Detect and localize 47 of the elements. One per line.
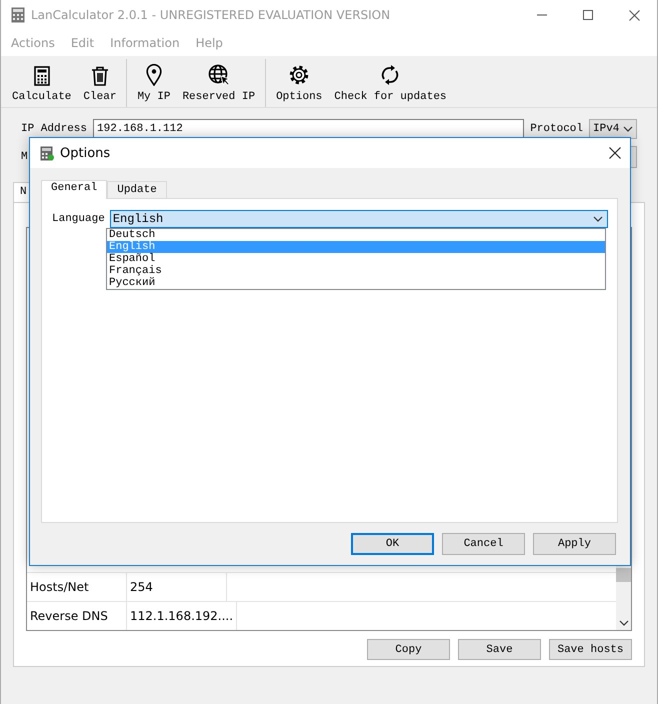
globe-tool-button[interactable]: Reserved IP: [176, 59, 262, 107]
chevron-icon: [623, 126, 633, 132]
dialog-button[interactable]: Cancel: [442, 533, 525, 555]
language-label: Language: [52, 213, 105, 225]
tab[interactable]: General: [41, 180, 108, 199]
ip-address-label: IP Address: [21, 123, 88, 135]
table-cell: Reverse DNS: [27, 602, 127, 630]
calculator-tool-button[interactable]: Calculate: [6, 59, 78, 107]
table-cell: 254: [127, 573, 227, 601]
protocol-label: Protocol: [530, 123, 583, 135]
dialog-button[interactable]: OK: [351, 533, 434, 555]
calculator-icon: [40, 146, 54, 160]
map-pin-icon: [146, 64, 162, 86]
minimize-icon: [537, 14, 547, 16]
gear-tool-button[interactable]: Options: [265, 59, 328, 107]
maximize-icon: [583, 10, 593, 20]
field-label: M: [21, 151, 28, 163]
dropdown-option[interactable]: Deutsch: [107, 229, 605, 241]
pin-tool-button[interactable]: My IP: [126, 59, 176, 107]
tab[interactable]: Update: [107, 181, 167, 198]
refresh-tool-button[interactable]: Check for updates: [328, 59, 453, 107]
dropdown-option[interactable]: Español: [107, 253, 605, 265]
trash-icon: [90, 66, 109, 86]
language-dropdown[interactable]: English: [110, 210, 608, 228]
scroll-down-icon: [618, 620, 628, 626]
chevron-icon: [592, 216, 603, 222]
trash-tool-button[interactable]: Clear: [77, 59, 122, 107]
scroll-thumb[interactable]: [616, 568, 631, 582]
window-title: LanCalculator 2.0.1 - UNREGISTERED EVALUATION VERSION: [31, 8, 392, 22]
action-button[interactable]: Save hosts: [549, 639, 632, 660]
close-icon: [628, 10, 640, 20]
action-button[interactable]: Save: [458, 639, 541, 660]
dropdown-option[interactable]: Русский: [107, 277, 605, 289]
table-cell: 112.1.168.192....: [127, 602, 238, 630]
calculator-icon: [34, 66, 50, 86]
refresh-icon: [380, 64, 400, 86]
calculator-icon: [11, 7, 25, 23]
action-button[interactable]: Copy: [367, 639, 450, 660]
close-icon: [609, 147, 621, 159]
protocol-dropdown[interactable]: IPv4: [589, 119, 637, 139]
ip-address-field[interactable]: 192.168.1.112: [93, 119, 524, 139]
dropdown-option[interactable]: Français: [107, 265, 605, 277]
dialog-button[interactable]: Apply: [533, 533, 616, 555]
gear-icon: [288, 64, 310, 86]
table-cell: Hosts/Net: [27, 573, 127, 601]
globe-cursor-icon: [208, 64, 230, 86]
dialog-title: Options: [60, 146, 112, 160]
